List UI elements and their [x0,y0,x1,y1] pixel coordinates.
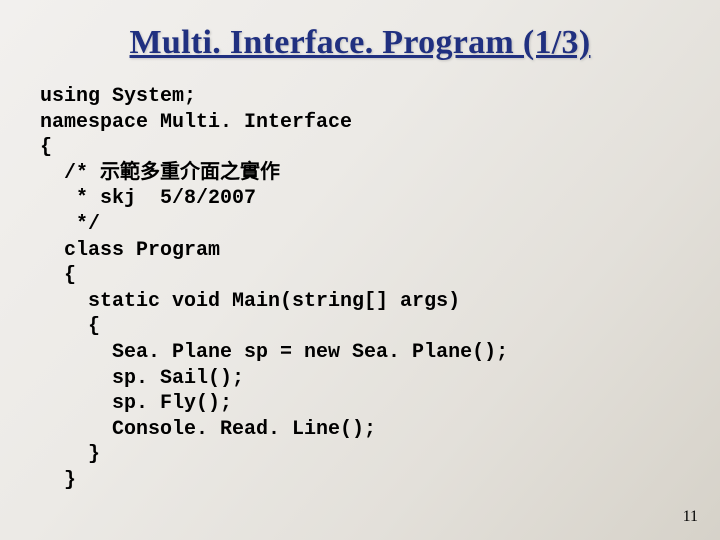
code-line: { [40,264,76,287]
code-line: * skj 5/8/2007 [40,187,256,210]
slide: Multi. Interface. Program (1/3) using Sy… [0,0,720,540]
code-line: /* 示範多重介面之實作 [40,162,280,185]
code-line: sp. Sail(); [40,367,244,390]
code-line: sp. Fly(); [40,392,232,415]
code-line: Console. Read. Line(); [40,418,376,441]
code-line: Sea. Plane sp = new Sea. Plane(); [40,341,508,364]
code-line: { [40,136,52,159]
code-line: */ [40,213,100,236]
slide-title: Multi. Interface. Program (1/3) [40,24,680,62]
code-line: using System; [40,85,196,108]
code-line: { [40,315,100,338]
code-line: static void Main(string[] args) [40,290,460,313]
code-line: } [40,469,76,492]
code-line: class Program [40,239,220,262]
page-number: 11 [683,508,698,526]
code-block: using System; namespace Multi. Interface… [40,84,680,494]
code-line: namespace Multi. Interface [40,111,352,134]
code-line: } [40,443,100,466]
